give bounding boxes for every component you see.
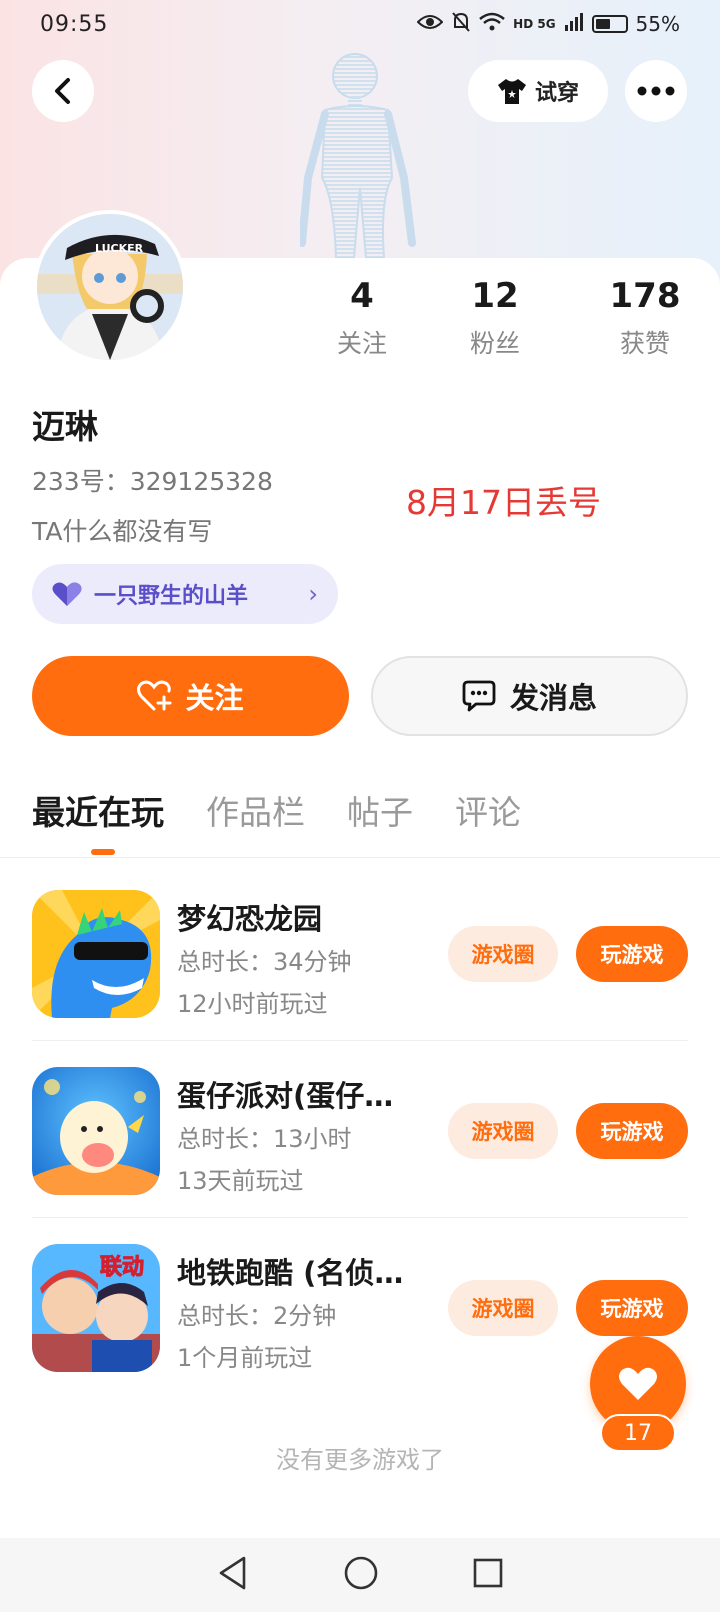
follow-button[interactable]: 关注 (32, 656, 349, 736)
game-duration: 总时长：13小时 (177, 1125, 352, 1153)
heart-plus-icon (137, 680, 172, 711)
stat-label: 关注 (336, 329, 387, 358)
list-end-text: 没有更多游戏了 (276, 1446, 444, 1474)
network-label: HD 5G (513, 17, 556, 31)
avatar-outfit-figure (300, 53, 416, 259)
tab-posts[interactable]: 帖子 (347, 786, 413, 834)
game-title: 地铁跑酷 (名侦… (177, 1256, 404, 1290)
active-tab-indicator (91, 849, 115, 855)
game-duration: 总时长：34分钟 (177, 948, 352, 976)
tab-comments[interactable]: 评论 (455, 786, 521, 834)
heart-icon (619, 1367, 657, 1400)
stat-value: 12 (471, 276, 519, 316)
annotation-note: 8月17日丢号 (406, 483, 601, 522)
nav-home-icon[interactable] (343, 1555, 379, 1595)
message-label: 发消息 (509, 681, 597, 715)
play-game-button[interactable]: 玩游戏 (576, 1280, 688, 1336)
more-options-button[interactable] (625, 60, 687, 122)
try-on-button[interactable]: 试穿 (468, 60, 608, 122)
stat-value: 4 (350, 276, 374, 316)
list-item[interactable]: 蛋仔派对(蛋仔… 总时长：13小时 13天前玩过 游戏圈 玩游戏 (32, 1067, 688, 1197)
list-item[interactable]: 联动 地铁跑酷 (名侦… 总时长：2分钟 1个月前玩过 游戏圈 玩游戏 (32, 1244, 688, 1374)
game-icon-subway-surfers: 联动 (32, 1244, 160, 1372)
system-navigation-bar (0, 1538, 720, 1612)
back-button[interactable] (32, 60, 94, 122)
username: 迈琳 (32, 407, 98, 446)
game-last-played: 1个月前玩过 (177, 1344, 313, 1372)
game-icon-badge-text: 联动 (100, 1255, 144, 1280)
tab-recently-played[interactable]: 最近在玩 (32, 786, 164, 834)
eye-icon (416, 12, 444, 36)
stat-likes[interactable]: 178 获赞 (585, 276, 705, 360)
chat-bubble-icon (462, 680, 496, 712)
try-on-label: 试穿 (534, 81, 579, 106)
game-circle-button[interactable]: 游戏圈 (448, 926, 558, 982)
play-game-button[interactable]: 玩游戏 (576, 1103, 688, 1159)
game-duration: 总时长：2分钟 (177, 1302, 337, 1330)
user-bio: TA什么都没有写 (32, 517, 213, 546)
mute-bell-icon (451, 11, 471, 38)
battery-percent: 55% (635, 12, 680, 36)
play-game-button[interactable]: 玩游戏 (576, 926, 688, 982)
tshirt-icon (497, 79, 526, 104)
stat-value: 178 (609, 276, 681, 316)
game-icon-dino-park (32, 890, 160, 1018)
battery-icon (591, 15, 628, 33)
status-time: 09:55 (40, 11, 109, 37)
list-item[interactable]: 梦幻恐龙园 总时长：34分钟 12小时前玩过 游戏圈 玩游戏 (32, 890, 688, 1020)
wifi-icon (479, 12, 505, 37)
stat-label: 粉丝 (469, 329, 520, 358)
chevron-right-icon: › (308, 580, 318, 608)
divider (32, 1040, 688, 1041)
game-last-played: 13天前玩过 (177, 1167, 304, 1195)
avatar-cap-text: LUCKER (95, 242, 144, 255)
more-dots-icon (637, 86, 675, 96)
stat-followers[interactable]: 12 粉丝 (435, 276, 555, 360)
game-circle-button[interactable]: 游戏圈 (448, 1103, 558, 1159)
game-circle-button[interactable]: 游戏圈 (448, 1280, 558, 1336)
stat-label: 获赞 (619, 329, 670, 358)
status-bar: 09:55 HD 5G 55% (0, 0, 720, 48)
game-last-played: 12小时前玩过 (177, 990, 328, 1018)
divider (32, 1217, 688, 1218)
heart-icon (52, 582, 82, 606)
nav-recents-icon[interactable] (472, 1557, 504, 1593)
stat-following[interactable]: 4 关注 (302, 276, 422, 360)
profile-tabs: 最近在玩 作品栏 帖子 评论 (32, 786, 521, 834)
profile-tag-label: 一只野生的山羊 (94, 584, 249, 609)
divider (0, 857, 720, 858)
nav-back-icon[interactable] (216, 1555, 250, 1595)
chevron-left-icon (55, 78, 70, 104)
tab-works[interactable]: 作品栏 (206, 786, 305, 834)
message-button[interactable]: 发消息 (371, 656, 688, 736)
avatar[interactable]: LUCKER (33, 210, 187, 364)
profile-tag[interactable]: 一只野生的山羊 › (32, 564, 338, 624)
user-id: 233号：329125328 (32, 467, 273, 496)
follow-label: 关注 (185, 681, 244, 715)
game-icon-eggy-party (32, 1067, 160, 1195)
signal-icon (564, 12, 584, 36)
game-title: 梦幻恐龙园 (177, 902, 323, 936)
game-title: 蛋仔派对(蛋仔… (177, 1079, 394, 1113)
